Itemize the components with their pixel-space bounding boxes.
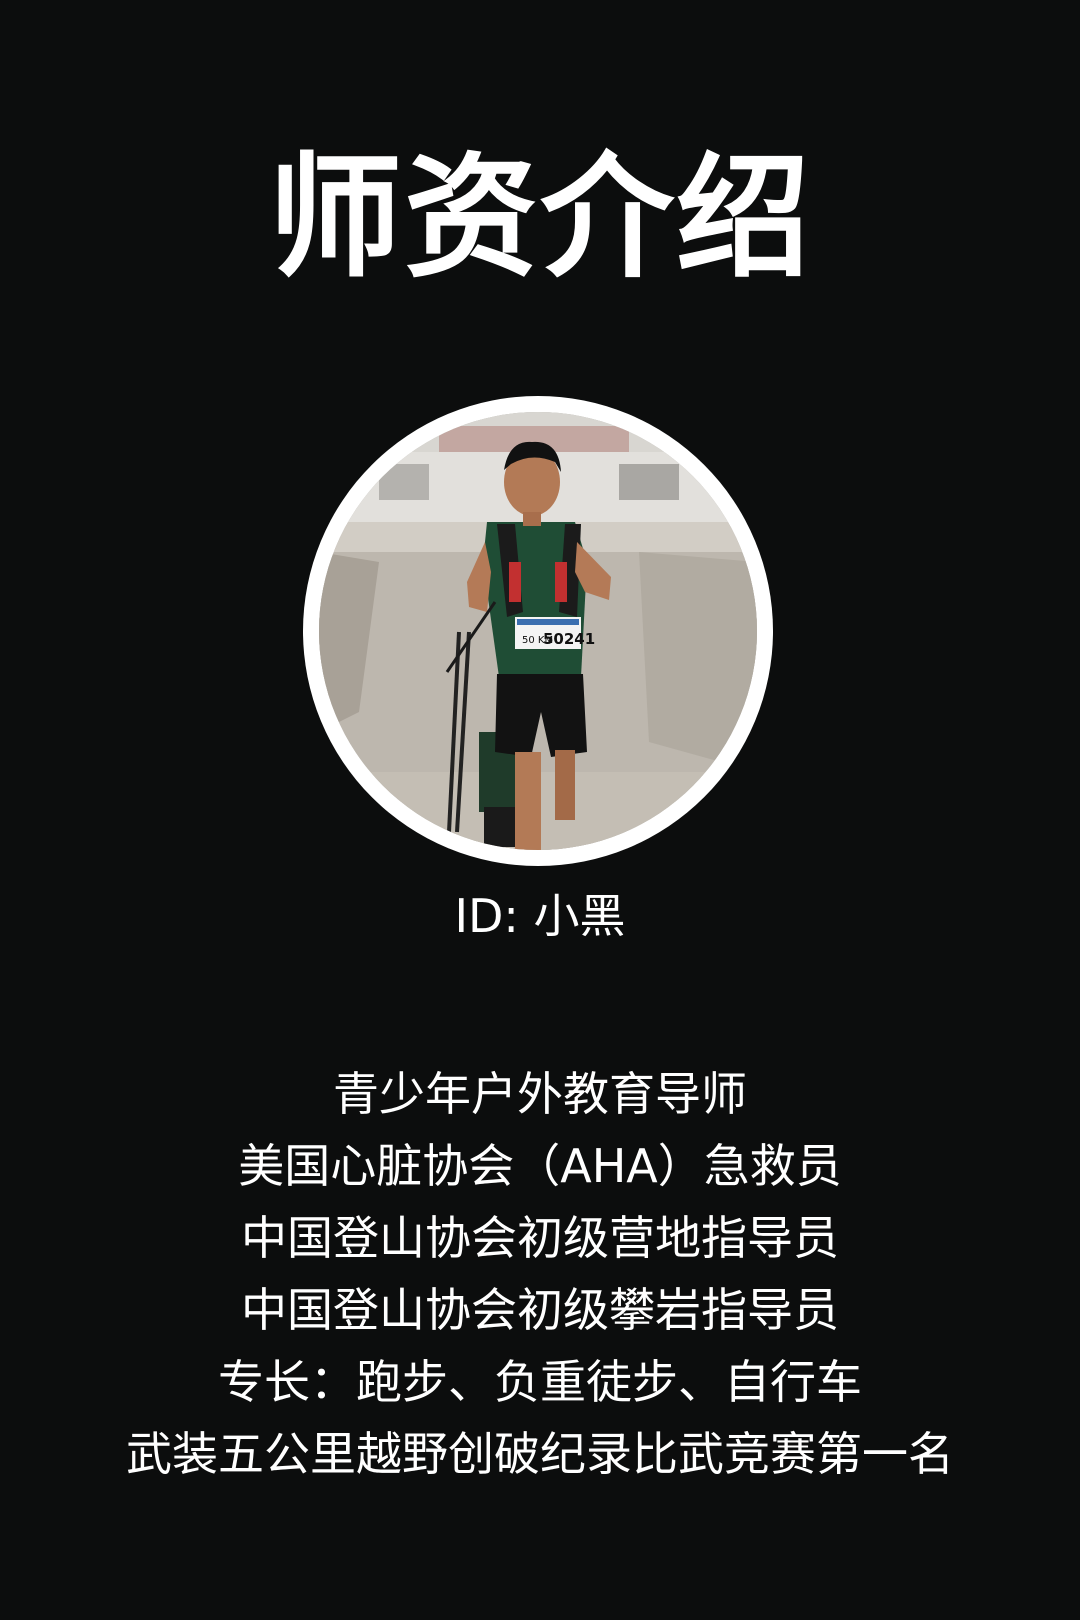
bio-item: 中国登山协会初级攀岩指导员 [241, 1283, 839, 1337]
runner-portrait-photo: 50 KM 50241 [319, 412, 757, 850]
bio-item: 武装五公里越野创破纪录比武竞赛第一名 [126, 1427, 954, 1481]
bio-item: 专长：跑步、负重徒步、自行车 [218, 1355, 862, 1409]
bio-item: 美国心脏协会（AHA）急救员 [238, 1139, 842, 1193]
profile-id: ID: 小黑 [454, 889, 626, 943]
page-title: 师资介绍 [267, 140, 812, 296]
bib-number: 50241 [543, 630, 595, 648]
bio-item: 中国登山协会初级营地指导员 [241, 1211, 839, 1265]
avatar-frame: 50 KM 50241 [303, 396, 773, 866]
bio-item: 青少年户外教育导师 [333, 1067, 747, 1121]
avatar: 50 KM 50241 [319, 412, 757, 850]
bio-list: 青少年户外教育导师 美国心脏协会（AHA）急救员 中国登山协会初级营地指导员 中… [40, 1058, 1040, 1490]
teacher-intro-page: 师资介绍 50 KM 50241 ID: 小黑 青少年户外教育导师 美国心脏协会… [0, 0, 1080, 1620]
